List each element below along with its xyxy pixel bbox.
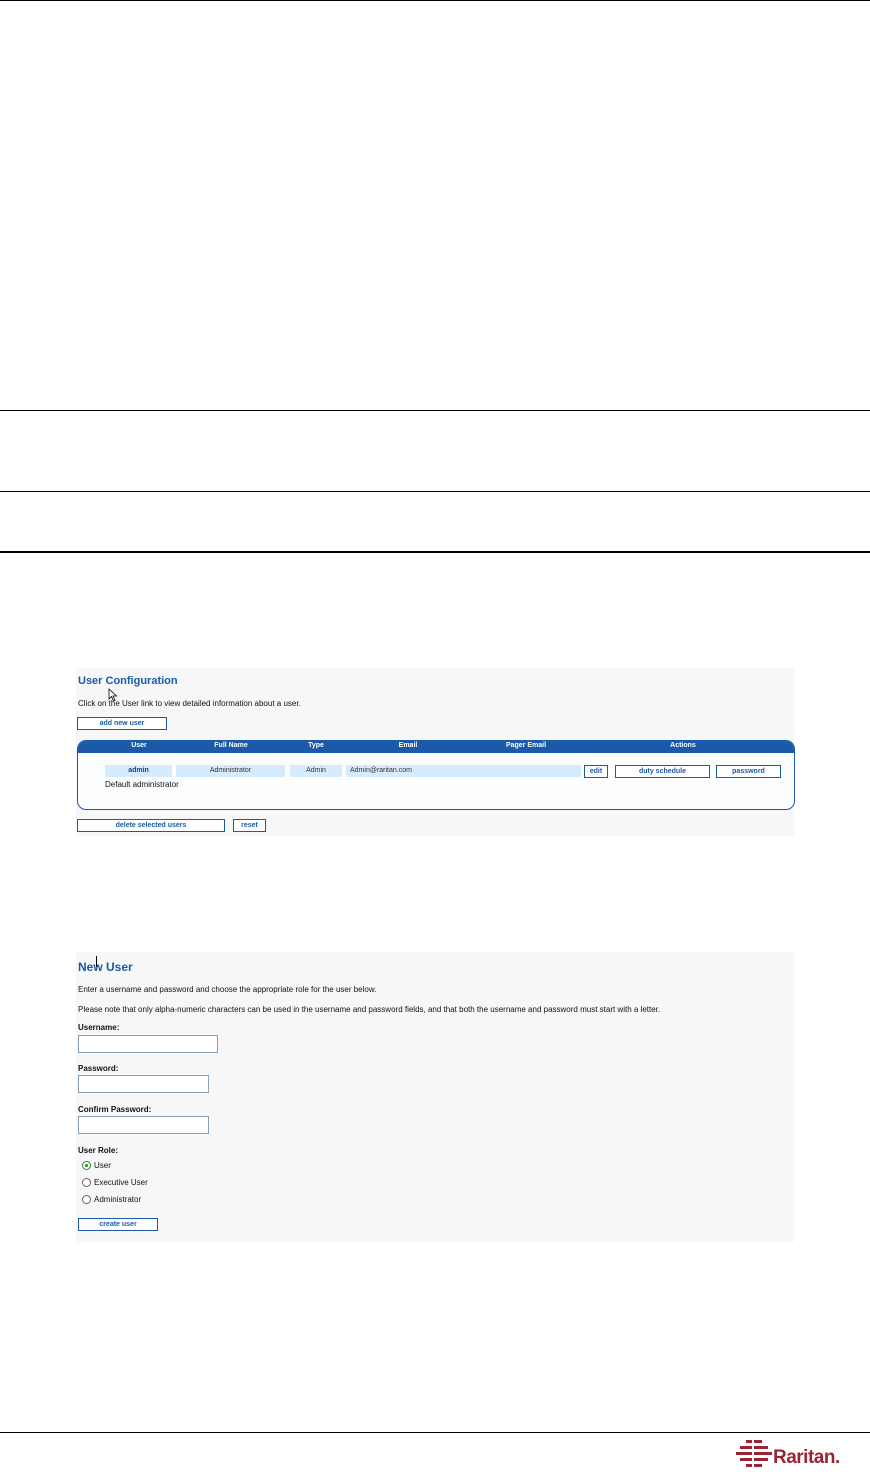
role-user-radio[interactable] (82, 1161, 91, 1170)
username-input[interactable] (78, 1035, 218, 1053)
confirm-password-label: Confirm Password: (78, 1105, 152, 1114)
new-user-screenshot (76, 952, 794, 1242)
users-table-header: User Full Name Type Email Pager Email Ac… (78, 741, 794, 753)
role-administrator-label: Administrator (94, 1195, 142, 1204)
password-input[interactable] (78, 1075, 209, 1093)
duty-schedule-button[interactable]: duty schedule (615, 765, 710, 778)
cell-pager-email (471, 765, 581, 777)
footer-rule (0, 1432, 870, 1433)
edit-button[interactable]: edit (584, 765, 608, 778)
top-rule (0, 0, 870, 1)
new-user-intro: Enter a username and password and choose… (78, 985, 377, 994)
role-administrator-radio[interactable] (82, 1195, 91, 1204)
cell-description: Default administrator (105, 780, 179, 789)
user-link-admin[interactable]: admin (105, 765, 172, 777)
new-user-title: New User (78, 960, 133, 974)
new-user-note: Please note that only alpha-numeric char… (78, 1005, 661, 1014)
create-user-button[interactable]: create user (78, 1218, 158, 1231)
cell-email: Admin@raritan.com (346, 765, 471, 777)
text-caret (96, 956, 97, 967)
users-table: User Full Name Type Email Pager Email Ac… (77, 740, 795, 810)
col-type-header: Type (308, 742, 324, 749)
cell-type: Admin (290, 765, 342, 777)
col-email-header: Email (398, 742, 418, 749)
col-actions-header: Actions (670, 742, 696, 749)
col-user-header: User (131, 742, 147, 749)
section-rule-2 (0, 491, 870, 492)
role-user-label: User (94, 1161, 111, 1170)
raritan-logo-icon (736, 1440, 772, 1470)
user-role-label: User Role: (78, 1146, 119, 1155)
mouse-cursor-icon (108, 688, 118, 702)
role-executive-user-label: Executive User (94, 1178, 148, 1187)
user-config-title: User Configuration (78, 675, 178, 687)
col-pager-email-header: Pager Email (505, 742, 547, 749)
add-new-user-button[interactable]: add new user (77, 717, 167, 730)
section-rule-3 (0, 551, 870, 553)
confirm-password-input[interactable] (78, 1116, 209, 1134)
role-executive-user-radio[interactable] (82, 1178, 91, 1187)
password-button[interactable]: password (716, 765, 781, 778)
cell-fullname: Administrator (176, 765, 285, 777)
delete-selected-users-button[interactable]: delete selected users (77, 819, 225, 832)
col-fullname-header: Full Name (214, 742, 248, 749)
raritan-brand-text: Raritan. (773, 1447, 840, 1468)
password-label: Password: (78, 1064, 119, 1073)
section-rule-1 (0, 410, 870, 411)
reset-button[interactable]: reset (233, 819, 266, 832)
username-label: Username: (78, 1023, 120, 1032)
